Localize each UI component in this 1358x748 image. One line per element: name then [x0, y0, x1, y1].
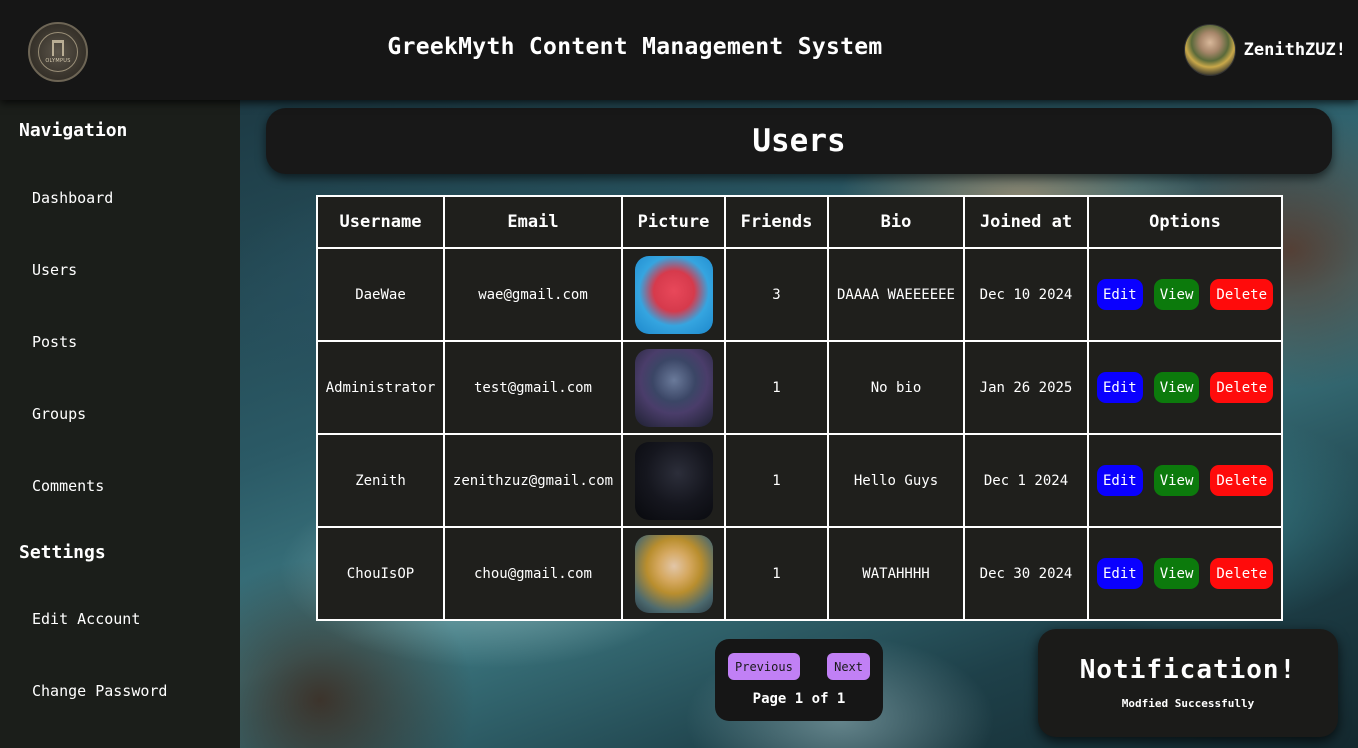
cell-options: Edit View Delete — [1087, 340, 1283, 435]
cell-username: DaeWae — [316, 247, 445, 342]
page-title: Users — [752, 123, 846, 159]
table-row: Zenith zenithzuz@gmail.com 1 Hello Guys … — [316, 433, 1283, 528]
view-button[interactable]: View — [1153, 465, 1200, 496]
cell-email: zenithzuz@gmail.com — [443, 433, 623, 528]
column-header-picture: Picture — [621, 195, 726, 249]
sidebar-item-comments[interactable]: Comments — [32, 477, 104, 495]
cell-picture — [621, 247, 726, 342]
next-page-button[interactable]: Next — [827, 653, 870, 680]
cell-email: wae@gmail.com — [443, 247, 623, 342]
sidebar-item-posts[interactable]: Posts — [32, 333, 77, 351]
view-button[interactable]: View — [1153, 279, 1200, 310]
column-header-friends: Friends — [724, 195, 829, 249]
username[interactable]: ZenithZUZ! — [1244, 40, 1346, 60]
notification-message: Modfied Successfully — [1121, 697, 1255, 710]
table-row: ChouIsOP chou@gmail.com 1 WATAHHHH Dec 3… — [316, 526, 1283, 621]
cell-options: Edit View Delete — [1087, 247, 1283, 342]
cell-bio: DAAAA WAEEEEEE — [827, 247, 965, 342]
cell-options: Edit View Delete — [1087, 433, 1283, 528]
cell-username: Zenith — [316, 433, 445, 528]
notification-toast: Notification! Modfied Successfully — [1038, 629, 1338, 737]
sidebar-item-groups[interactable]: Groups — [32, 405, 86, 423]
column-header-email: Email — [443, 195, 623, 249]
user-profile[interactable]: ZenithZUZ! — [1183, 24, 1346, 76]
cell-friends: 1 — [724, 526, 829, 621]
top-header: OLYMPUS GreekMyth Content Management Sys… — [0, 0, 1358, 100]
pagination: Previous Next Page 1 of 1 — [715, 639, 883, 721]
cell-options: Edit View Delete — [1087, 526, 1283, 621]
cell-friends: 3 — [724, 247, 829, 342]
edit-button[interactable]: Edit — [1096, 372, 1143, 403]
sidebar-item-dashboard[interactable]: Dashboard — [32, 189, 113, 207]
navigation-heading: Navigation — [19, 120, 128, 141]
table-row: Administrator test@gmail.com 1 No bio Ja… — [316, 340, 1283, 435]
profile-picture — [634, 348, 713, 427]
settings-heading: Settings — [19, 542, 106, 563]
cell-joined: Dec 30 2024 — [963, 526, 1089, 621]
cell-bio: Hello Guys — [827, 433, 965, 528]
cell-picture — [621, 526, 726, 621]
delete-button[interactable]: Delete — [1210, 372, 1273, 403]
delete-button[interactable]: Delete — [1210, 279, 1273, 310]
users-table: Username Email Picture Friends Bio Joine… — [316, 195, 1283, 621]
view-button[interactable]: View — [1153, 558, 1200, 589]
delete-button[interactable]: Delete — [1210, 558, 1273, 589]
cell-email: chou@gmail.com — [443, 526, 623, 621]
sidebar-item-edit-account[interactable]: Edit Account — [32, 610, 140, 628]
cell-friends: 1 — [724, 433, 829, 528]
previous-page-button[interactable]: Previous — [728, 653, 800, 680]
table-header-row: Username Email Picture Friends Bio Joine… — [316, 195, 1283, 249]
page-title-bar: Users — [266, 108, 1332, 174]
edit-button[interactable]: Edit — [1096, 279, 1143, 310]
cell-username: Administrator — [316, 340, 445, 435]
profile-picture — [634, 441, 713, 520]
cell-joined: Jan 26 2025 — [963, 340, 1089, 435]
cell-username: ChouIsOP — [316, 526, 445, 621]
profile-picture — [634, 534, 713, 613]
column-header-bio: Bio — [827, 195, 965, 249]
cell-friends: 1 — [724, 340, 829, 435]
delete-button[interactable]: Delete — [1210, 465, 1273, 496]
edit-button[interactable]: Edit — [1096, 465, 1143, 496]
cell-email: test@gmail.com — [443, 340, 623, 435]
cell-joined: Dec 10 2024 — [963, 247, 1089, 342]
cell-joined: Dec 1 2024 — [963, 433, 1089, 528]
cell-bio: WATAHHHH — [827, 526, 965, 621]
column-header-username: Username — [316, 195, 445, 249]
column-header-options: Options — [1087, 195, 1283, 249]
page-indicator: Page 1 of 1 — [752, 691, 846, 707]
cell-picture — [621, 340, 726, 435]
notification-title: Notification! — [1079, 655, 1297, 685]
avatar[interactable] — [1183, 24, 1236, 76]
column-header-joined: Joined at — [963, 195, 1089, 249]
view-button[interactable]: View — [1153, 372, 1200, 403]
sidebar-item-users[interactable]: Users — [32, 261, 77, 279]
app-title: GreekMyth Content Management System — [387, 34, 883, 60]
sidebar: Navigation Dashboard Users Posts Groups … — [0, 100, 240, 748]
edit-button[interactable]: Edit — [1096, 558, 1143, 589]
cell-picture — [621, 433, 726, 528]
cell-bio: No bio — [827, 340, 965, 435]
table-row: DaeWae wae@gmail.com 3 DAAAA WAEEEEEE De… — [316, 247, 1283, 342]
sidebar-item-change-password[interactable]: Change Password — [32, 682, 167, 700]
profile-picture — [634, 255, 713, 334]
